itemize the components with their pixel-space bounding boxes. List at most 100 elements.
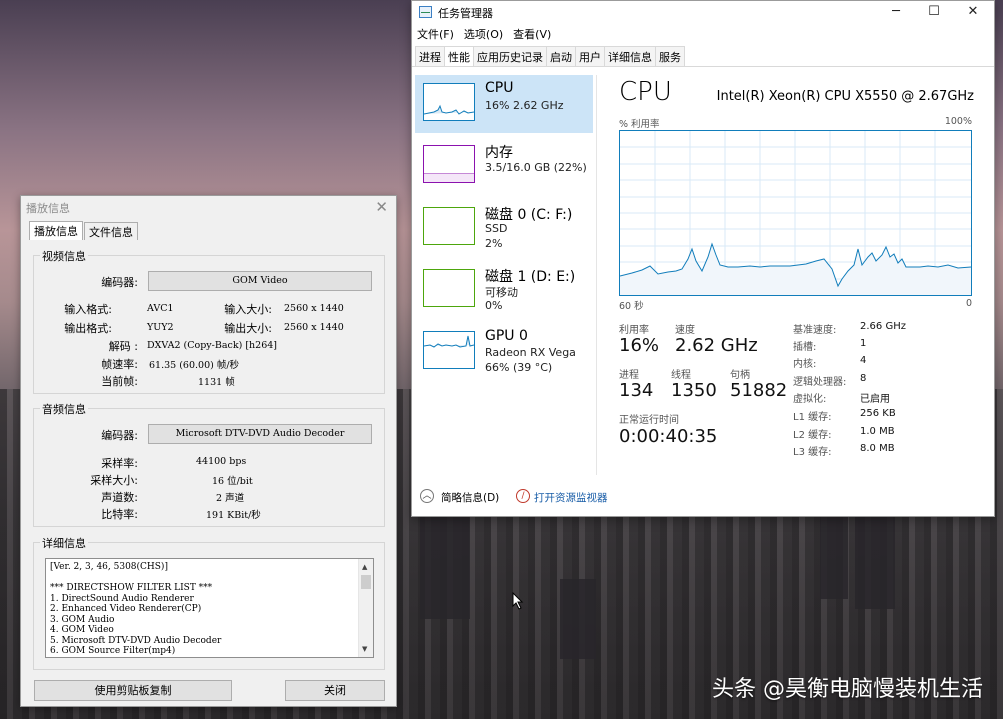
speed-value: 2.62 GHz (675, 335, 758, 356)
scroll-down-icon[interactable]: ▼ (362, 644, 367, 655)
video-group-label: 视频信息 (40, 248, 88, 264)
sidebar-item-cpu[interactable]: CPU 16% 2.62 GHz (415, 75, 593, 133)
uptime-value: 0:00:40:35 (619, 426, 718, 447)
gpu-thumb-line (423, 335, 475, 348)
audio-group-label: 音频信息 (40, 401, 88, 417)
minimize-icon[interactable]: ─ (878, 2, 914, 22)
spec-label: 虚拟化: (793, 394, 827, 405)
sidebar-item-gpu[interactable]: GPU 0 Radeon RX Vega 66% (39 °C) (415, 323, 593, 381)
performance-body: CPU 16% 2.62 GHz 内存 3.5/16.0 GB (22%) 磁盘… (412, 66, 994, 486)
resource-sidebar: CPU 16% 2.62 GHz 内存 3.5/16.0 GB (22%) 磁盘… (415, 75, 593, 385)
sidebar-gpu-name: GPU 0 (485, 328, 528, 344)
detail-line: 4. GOM Video (50, 625, 114, 635)
cpu-thumbnail-graph (423, 83, 475, 121)
spec-value: 8.0 MB (860, 443, 895, 454)
close-button[interactable]: 关闭 (285, 680, 385, 701)
graph-max-label: 100% (944, 116, 972, 127)
sidebar-cpu-name: CPU (485, 80, 514, 96)
detail-line: [Ver. 2, 3, 46, 5308(CHS)] (50, 562, 168, 572)
graph-min-label: 0 (965, 298, 972, 309)
close-icon[interactable]: ✕ (955, 2, 991, 22)
sidebar-disk1-type: 可移动 (485, 286, 518, 299)
samplesize-label: 采样大小: (90, 474, 138, 487)
graph-time-label: 60 秒 (619, 301, 644, 312)
tab-file-info[interactable]: 文件信息 (84, 222, 138, 240)
cpu-model-name: Intel(R) Xeon(R) CPU X5550 @ 2.67GHz (716, 89, 974, 104)
video-codec-field: GOM Video (148, 271, 372, 291)
dialog-tabs: 播放信息 文件信息 (29, 221, 139, 240)
gom-info-dialog: 播放信息 ✕ 播放信息 文件信息 视频信息 编码器: GOM Video 输入格… (20, 195, 397, 707)
detail-line: *** DIRECTSHOW FILTER LIST *** (50, 583, 213, 593)
video-codec-label: 编码器: (101, 276, 138, 289)
copy-clipboard-button[interactable]: 使用剪贴板复制 (34, 680, 232, 701)
detail-line: 5. Microsoft DTV-DVD Audio Decoder (50, 635, 222, 646)
tab-playback-info[interactable]: 播放信息 (29, 221, 83, 240)
spec-value: 1.0 MB (860, 426, 895, 437)
tab-services[interactable]: 服务 (655, 46, 685, 66)
handles-label: 句柄 (730, 370, 750, 381)
tab-processes[interactable]: 进程 (415, 46, 445, 66)
sidebar-item-memory[interactable]: 内存 3.5/16.0 GB (22%) (415, 137, 593, 195)
chevron-up-icon[interactable]: ︿ (420, 489, 434, 503)
detail-line: 1. DirectSound Audio Renderer (50, 593, 194, 604)
fps-label: 帧速率: (101, 358, 138, 371)
sidebar-disk0-name: 磁盘 0 (C: F:) (485, 207, 573, 223)
current-frame-label: 当前帧: (101, 375, 138, 388)
title-bar[interactable]: 任务管理器 ─ ☐ ✕ (412, 1, 994, 23)
spec-label: L2 缓存: (793, 430, 832, 441)
sidebar-item-disk0[interactable]: 磁盘 0 (C: F:) SSD 2% (415, 199, 593, 257)
sidebar-disk0-usage: 2% (485, 237, 503, 250)
fewer-details-link[interactable]: 简略信息(D) (441, 490, 499, 505)
sidebar-memory-name: 内存 (485, 145, 513, 161)
scroll-thumb[interactable] (361, 575, 371, 589)
sidebar-disk1-usage: 0% (485, 299, 503, 312)
window-title: 任务管理器 (438, 7, 493, 20)
audio-codec-label: 编码器: (101, 429, 138, 442)
utilization-value: 16% (619, 335, 660, 356)
utilization-label: 利用率 (619, 325, 649, 336)
out-size-value: 2560 x 1440 (284, 322, 344, 333)
dialog-title: 播放信息 (26, 202, 70, 215)
tab-details[interactable]: 详细信息 (604, 46, 656, 66)
watermark: 头条 @昊衡电脑慢装机生活 (712, 677, 983, 702)
sidebar-disk0-type: SSD (485, 222, 508, 235)
footer: ︿ 简略信息(D) ∕ 打开资源监视器 (412, 486, 994, 516)
cpu-thumb-line (423, 104, 475, 115)
spec-value: 已启用 (860, 394, 890, 405)
detail-line: 3. GOM Audio (50, 614, 115, 625)
decode-label: 解码 : (108, 340, 138, 353)
threads-label: 线程 (671, 370, 691, 381)
maximize-icon[interactable]: ☐ (916, 2, 952, 22)
bitrate-value: 191 KBit/秒 (206, 510, 261, 521)
scroll-up-icon[interactable]: ▲ (362, 562, 367, 573)
out-format-label: 输出格式: (64, 322, 112, 335)
spec-label: 基准速度: (793, 325, 837, 336)
sidebar-item-disk1[interactable]: 磁盘 1 (D: E:) 可移动 0% (415, 261, 593, 319)
spec-label: L3 缓存: (793, 447, 832, 458)
menu-view[interactable]: 查看(V) (513, 26, 551, 42)
sidebar-cpu-usage: 16% 2.62 GHz (485, 99, 564, 112)
handles-value: 51882 (730, 380, 788, 401)
tab-performance[interactable]: 性能 (444, 46, 474, 66)
processes-value: 134 (619, 380, 654, 401)
resource-monitor-link[interactable]: 打开资源监视器 (534, 490, 608, 505)
tab-startup[interactable]: 启动 (546, 46, 576, 66)
tab-users[interactable]: 用户 (575, 46, 605, 66)
detail-scrollbar[interactable]: ▲ ▼ (358, 559, 373, 657)
close-icon[interactable]: ✕ (375, 198, 388, 216)
in-format-label: 输入格式: (64, 303, 112, 316)
menu-options[interactable]: 选项(O) (464, 26, 503, 42)
menu-file[interactable]: 文件(F) (417, 26, 454, 42)
spec-label: 插槽: (793, 342, 817, 353)
detail-group-label: 详细信息 (40, 535, 88, 551)
channels-value: 2 声道 (216, 493, 245, 504)
spec-value: 1 (860, 338, 867, 349)
uptime-label: 正常运行时间 (619, 415, 679, 426)
detail-textarea[interactable]: [Ver. 2, 3, 46, 5308(CHS)] *** DIRECTSHO… (45, 558, 374, 658)
samplesize-value: 16 位/bit (212, 476, 253, 487)
samplerate-label: 采样率: (101, 457, 138, 470)
out-format-value: YUY2 (147, 322, 174, 333)
tab-app-history[interactable]: 应用历史记录 (473, 46, 547, 66)
in-size-value: 2560 x 1440 (284, 303, 344, 314)
task-manager-window: 任务管理器 ─ ☐ ✕ 文件(F) 选项(O) 查看(V) 进程 性能 应用历史… (411, 0, 995, 517)
